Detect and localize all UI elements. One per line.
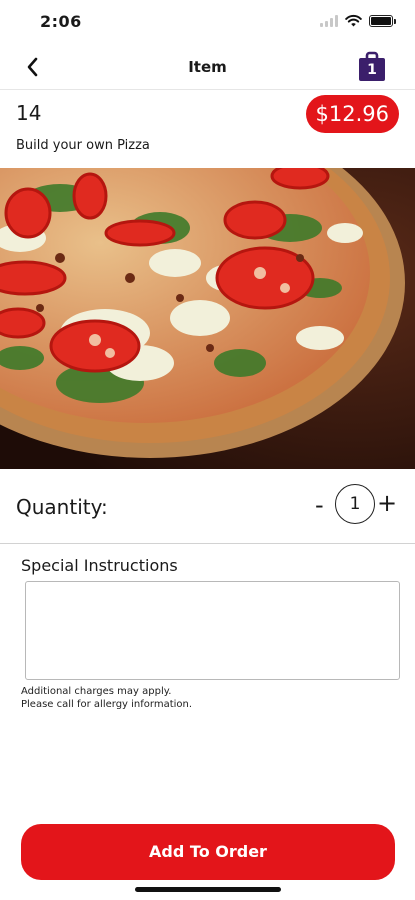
quantity-value: 1 [335,484,375,524]
home-indicator [135,887,281,892]
battery-fill [371,16,391,25]
nav-bar: Item 1 [0,44,415,90]
cart-count-badge: 1 [367,62,377,78]
cart-button[interactable]: 1 [357,50,387,82]
quantity-row: Quantity: - 1 + [0,469,415,544]
battery-icon [369,14,396,27]
increase-quantity-button[interactable]: + [377,489,397,517]
quantity-label: Quantity: [16,495,108,519]
item-name: Build your own Pizza [16,138,150,153]
item-number: 14 [16,101,42,125]
allergy-note: Please call for allergy information. [21,699,193,710]
decrease-quantity-button[interactable]: - [315,491,324,519]
status-bar: 2:06 [0,0,415,44]
page-title: Item [188,58,227,76]
add-to-order-button[interactable]: Add To Order [21,824,395,880]
status-icons [320,14,396,27]
pizza-photo [0,168,415,469]
wifi-icon [345,14,362,27]
price-badge: $12.96 [305,95,399,133]
signal-icon [320,14,338,27]
item-header: 14 Build your own Pizza $12.96 [0,90,415,168]
charges-note: Additional charges may apply. [21,686,172,697]
special-instructions-input[interactable] [25,581,400,680]
special-instructions-label: Special Instructions [21,556,178,575]
status-time: 2:06 [40,12,82,31]
